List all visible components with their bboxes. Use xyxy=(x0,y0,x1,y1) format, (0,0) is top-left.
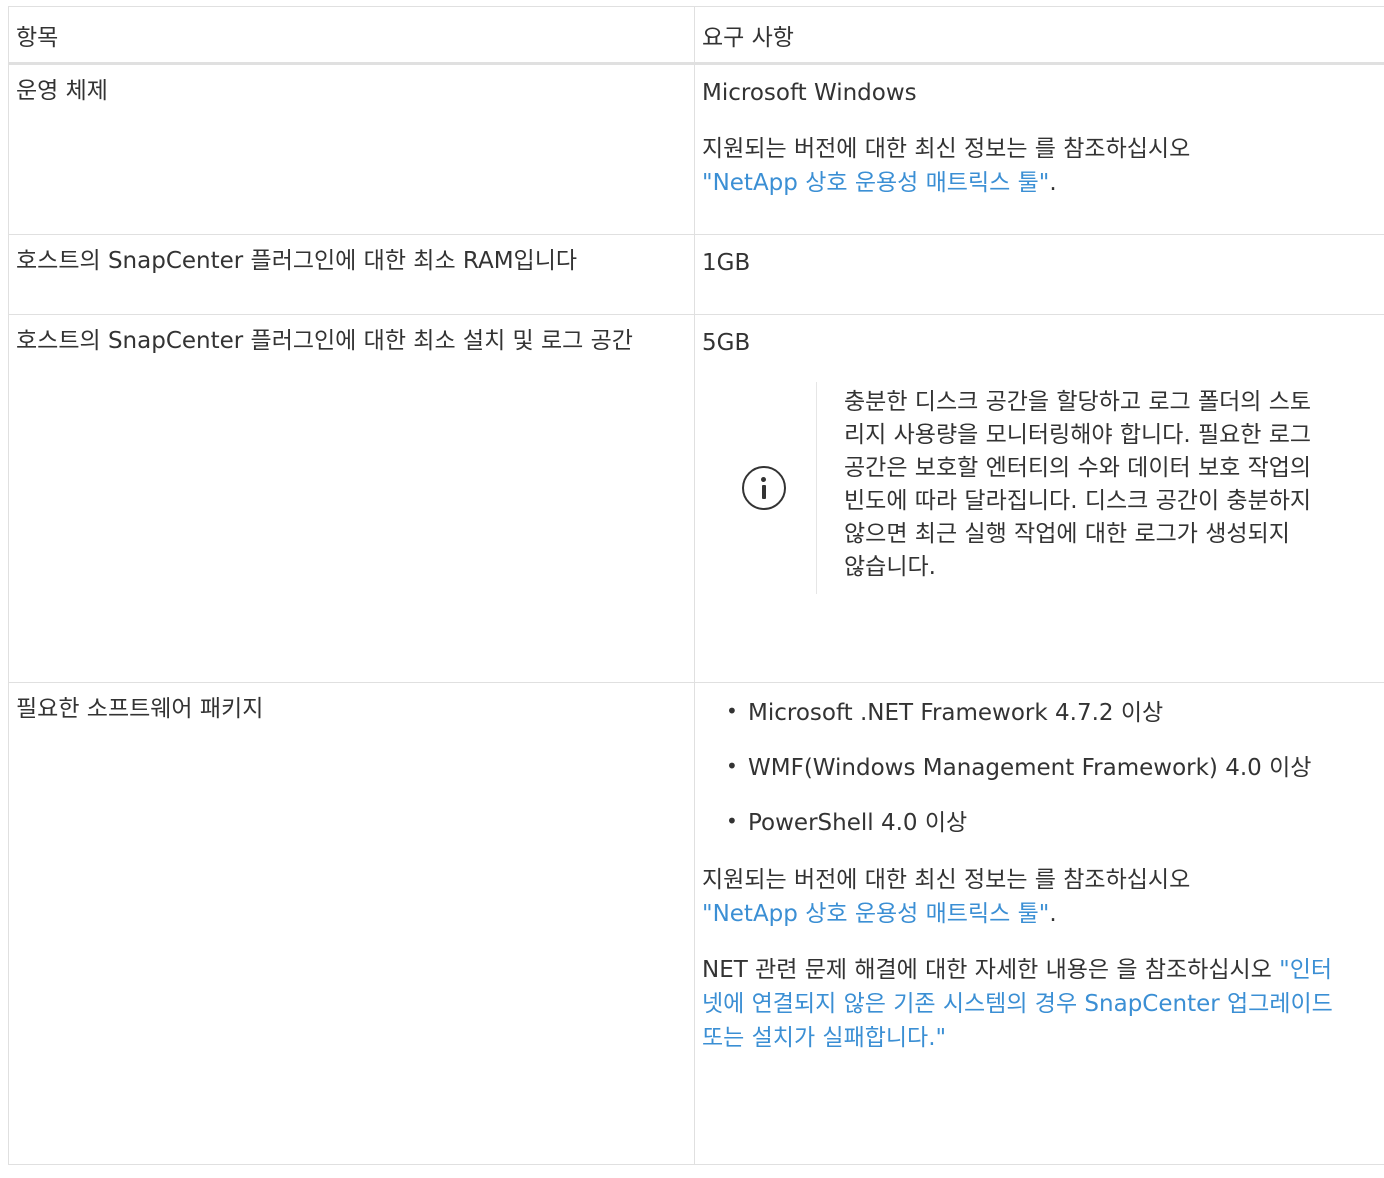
list-item: PowerShell 4.0 이상 xyxy=(726,806,1374,839)
requirements-table: 항목 요구 사항 운영 체제 Microsoft Windows 지원되는 버전… xyxy=(8,6,1384,1165)
os-value: Microsoft Windows xyxy=(702,80,917,106)
table-row: 호스트의 SnapCenter 플러그인에 대한 최소 설치 및 로그 공간 5… xyxy=(8,314,1384,683)
disk-note-text: 충분한 디스크 공간을 할당하고 로그 폴더의 스토리지 사용량을 모니터링해야… xyxy=(844,389,1312,580)
row-label-os: 운영 체제 xyxy=(8,63,695,235)
row-value-os: Microsoft Windows 지원되는 버전에 대한 최신 정보는 를 참… xyxy=(694,63,1384,235)
imt-link[interactable]: "NetApp 상호 운용성 매트릭스 툴" xyxy=(702,170,1049,196)
software-support-note: 지원되는 버전에 대한 최신 정보는 를 참조하십시오 "NetApp 상호 운용… xyxy=(702,863,1374,931)
os-note-text: 지원되는 버전에 대한 최신 정보는 를 참조하십시오 xyxy=(702,136,1191,162)
os-note-period: . xyxy=(1049,170,1057,196)
software-note-text: 지원되는 버전에 대한 최신 정보는 를 참조하십시오 xyxy=(702,867,1191,893)
package-list: Microsoft .NET Framework 4.7.2 이상 WMF(Wi… xyxy=(702,696,1374,839)
net-troubleshoot-note: NET 관련 문제 해결에 대한 자세한 내용은 을 참조하십시오 "인터넷에 … xyxy=(702,953,1352,1055)
info-icon xyxy=(742,466,786,510)
row-value-ram: 1GB xyxy=(694,234,1384,315)
list-item: Microsoft .NET Framework 4.7.2 이상 xyxy=(726,696,1374,729)
disk-admonition: 충분한 디스크 공간을 할당하고 로그 폴더의 스토리지 사용량을 모니터링해야… xyxy=(712,382,1374,594)
ram-value: 1GB xyxy=(702,250,751,276)
net-note-text: NET 관련 문제 해결에 대한 자세한 내용은 을 참조하십시오 xyxy=(702,957,1272,983)
table-header-row: 항목 요구 사항 xyxy=(8,6,1384,65)
row-value-disk: 5GB 충분한 디스크 공간을 할당하고 로그 폴더의 스토리지 사용량을 모니… xyxy=(694,314,1384,683)
row-label-ram: 호스트의 SnapCenter 플러그인에 대한 최소 RAM입니다 xyxy=(8,234,695,315)
row-label-software: 필요한 소프트웨어 패키지 xyxy=(8,682,695,1165)
software-note-period: . xyxy=(1049,901,1057,927)
os-support-note: 지원되는 버전에 대한 최신 정보는 를 참조하십시오 "NetApp 상호 운용… xyxy=(702,132,1374,200)
table-row: 호스트의 SnapCenter 플러그인에 대한 최소 RAM입니다 1GB xyxy=(8,234,1384,315)
table-row: 필요한 소프트웨어 패키지 Microsoft .NET Framework 4… xyxy=(8,682,1384,1165)
imt-link[interactable]: "NetApp 상호 운용성 매트릭스 툴" xyxy=(702,901,1049,927)
table-row: 운영 체제 Microsoft Windows 지원되는 버전에 대한 최신 정… xyxy=(8,63,1384,235)
row-value-software: Microsoft .NET Framework 4.7.2 이상 WMF(Wi… xyxy=(694,682,1384,1165)
list-item: WMF(Windows Management Framework) 4.0 이상 xyxy=(726,751,1374,784)
note-icon-cell xyxy=(712,382,817,594)
disk-value: 5GB xyxy=(702,330,751,356)
header-requirement: 요구 사항 xyxy=(694,6,1384,65)
row-label-disk: 호스트의 SnapCenter 플러그인에 대한 최소 설치 및 로그 공간 xyxy=(8,314,695,683)
header-item: 항목 xyxy=(8,6,695,65)
